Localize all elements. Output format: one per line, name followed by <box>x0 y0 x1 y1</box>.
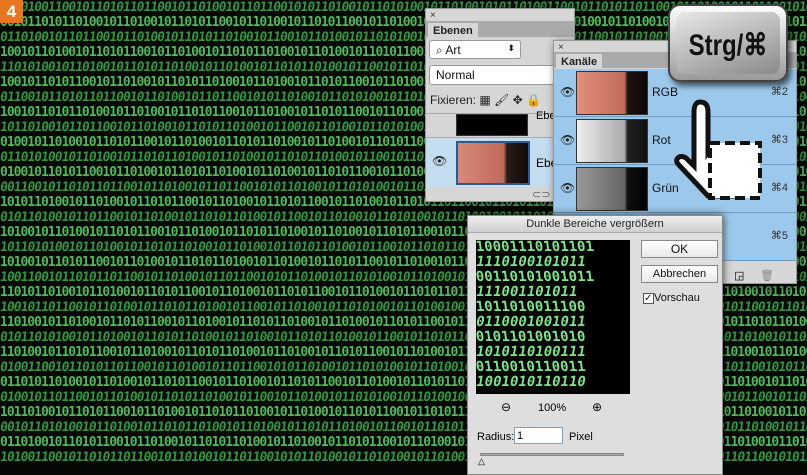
eye-icon[interactable]: 👁 <box>560 133 575 147</box>
link-icon[interactable]: ⊂⊃ <box>532 188 550 201</box>
checkbox-checked-icon[interactable]: ✓ <box>643 293 654 304</box>
lock-move-icon[interactable]: ✥ <box>513 93 523 107</box>
channel-thumbnail <box>576 119 648 163</box>
layer-thumbnail <box>456 114 528 136</box>
radius-slider[interactable] <box>480 453 624 456</box>
channel-name: RGB <box>652 85 679 99</box>
ok-button[interactable]: OK <box>641 240 718 258</box>
tab-ebenen[interactable]: Ebenen <box>428 23 478 39</box>
lock-row: Fixieren: ▦ 🖌 ✥ 🔒 <box>430 93 541 107</box>
layer-row[interactable]: 👁 Ebe <box>426 137 574 187</box>
preview-binary-row: 0110001001011 <box>476 314 588 330</box>
channel-shortcut: ⌘3 <box>770 134 788 146</box>
updown-icon: ⬍ <box>507 43 515 53</box>
tab-kanaele[interactable]: Kanäle <box>556 54 603 70</box>
channel-name: Rot <box>652 133 671 147</box>
slider-handle[interactable]: △ <box>478 456 485 467</box>
zoom-in-icon[interactable]: ⊕ <box>592 400 602 414</box>
preview-binary-row: 0101101001010 <box>476 329 587 345</box>
channel-shortcut: ⌘4 <box>770 182 788 194</box>
close-icon[interactable]: × <box>430 10 436 21</box>
preview-binary-row: 111001101011 <box>476 284 579 300</box>
step-badge: 4 <box>0 0 23 23</box>
preview-binary-row: 1010110100111 <box>476 344 588 360</box>
preview-label: Vorschau <box>654 292 700 304</box>
channel-shortcut: ⌘5 <box>770 230 788 242</box>
strg-cmd-key: Strg/⌘ <box>668 4 788 82</box>
radius-input[interactable] <box>514 427 563 444</box>
hand-cursor-icon <box>674 99 762 200</box>
dialog-darken: Dunkle Bereiche vergrößern 1000111010110… <box>467 215 723 475</box>
layer-thumbnail <box>456 141 530 185</box>
eye-icon[interactable]: 👁 <box>560 85 575 99</box>
tab-bar: Ebenen <box>426 21 574 39</box>
radius-label: Radius: <box>477 431 515 443</box>
search-icon: ⌕ <box>436 43 443 57</box>
filter-value: Art <box>445 43 461 57</box>
key-label: Strg/⌘ <box>688 29 768 62</box>
preview-binary-row: 1011010011100 <box>476 299 587 315</box>
preview-binary-row: 00110101001011 <box>476 269 596 285</box>
trash-icon[interactable]: 🗑 <box>760 269 774 282</box>
zoom-level: 100% <box>538 402 567 414</box>
lock-transparency-icon[interactable]: ▦ <box>479 93 490 107</box>
lock-all-icon[interactable]: 🔒 <box>526 93 541 107</box>
layer-row[interactable]: Ebe <box>426 110 574 137</box>
channel-shortcut: ⌘2 <box>770 86 788 98</box>
preview-binary-row: 10001110101101 <box>476 240 596 255</box>
lock-label: Fixieren: <box>430 93 477 107</box>
lock-brush-icon[interactable]: 🖌 <box>494 93 509 107</box>
eye-icon[interactable]: 👁 <box>432 154 447 168</box>
preview-binary-row: 1110100101011 <box>476 254 588 270</box>
preview-image[interactable]: 10001110101101 1110100101011 0011010100101… <box>476 240 630 394</box>
dialog-title: Dunkle Bereiche vergrößern <box>468 216 722 233</box>
cancel-button[interactable]: Abbrechen <box>641 265 718 283</box>
preview-checkbox[interactable]: ✓ Vorschau <box>643 292 700 304</box>
zoom-out-icon[interactable]: ⊖ <box>501 400 511 414</box>
new-channel-icon[interactable]: ◲ <box>734 269 744 282</box>
channel-thumbnail <box>576 167 648 211</box>
filter-select[interactable]: ⌕ Art ⬍ <box>429 40 521 59</box>
preview-binary-row: 0110010110011 <box>476 359 587 375</box>
radius-unit: Pixel <box>569 431 593 443</box>
eye-icon[interactable]: 👁 <box>560 181 575 195</box>
preview-binary-row: 1001010110110 <box>476 374 588 390</box>
channel-thumbnail <box>576 71 648 115</box>
